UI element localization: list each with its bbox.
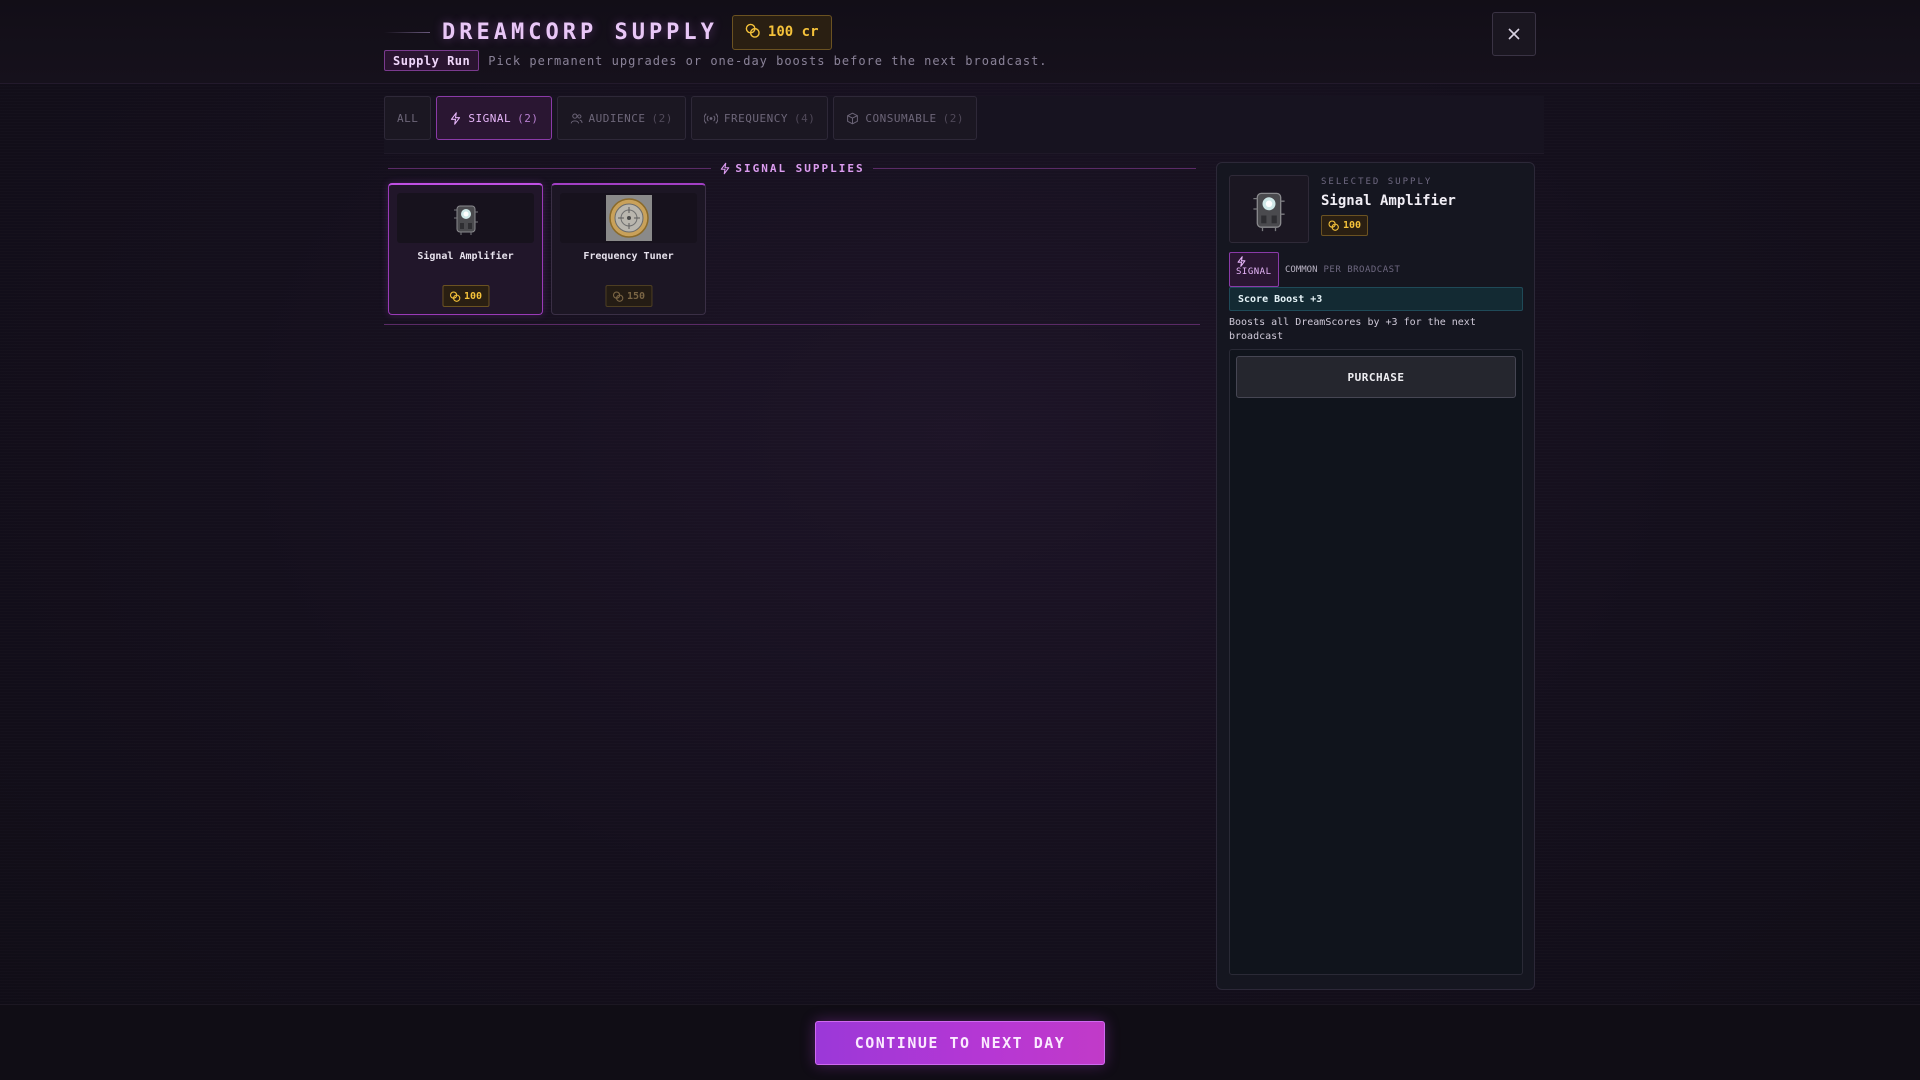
item-description: Boosts all DreamScores by +3 for the nex… bbox=[1229, 317, 1476, 342]
credits-badge: 100 cr bbox=[731, 14, 832, 50]
mode-badge: Supply Run bbox=[384, 50, 480, 71]
tab-frequency[interactable]: FREQUENCY (4) bbox=[690, 96, 829, 140]
tab-label: CONSUMABLE bbox=[865, 111, 937, 125]
type-tag: SIGNAL bbox=[1229, 252, 1279, 287]
tab-label: FREQUENCY bbox=[723, 111, 788, 125]
item-thumbnail bbox=[397, 193, 534, 243]
selected-supply-price: 100 bbox=[1321, 215, 1369, 236]
close-icon bbox=[1508, 28, 1520, 40]
page-title: DREAMCORP SUPPLY bbox=[442, 19, 718, 45]
type-tag-label: SIGNAL bbox=[1236, 267, 1272, 277]
coins-icon bbox=[449, 290, 460, 302]
subtitle: Pick permanent upgrades or one-day boost… bbox=[488, 53, 1048, 68]
section-header: SIGNAL SUPPLIES bbox=[388, 160, 1196, 176]
tab-label: SIGNAL bbox=[468, 111, 512, 125]
purchase-button[interactable]: PURCHASE bbox=[1236, 356, 1516, 398]
coins-icon bbox=[1328, 220, 1339, 231]
tab-label: AUDIENCE bbox=[588, 111, 646, 125]
category-tabs: ALL SIGNAL (2) AUDIENCE (2) FREQUENCY (4… bbox=[384, 96, 977, 140]
effect-box: Score Boost +3 bbox=[1229, 287, 1523, 311]
tab-count: (2) bbox=[942, 111, 964, 125]
tab-consumable[interactable]: CONSUMABLE (2) bbox=[833, 96, 977, 140]
item-price-value: 100 bbox=[463, 290, 483, 302]
item-name: Signal Amplifier bbox=[417, 251, 514, 262]
tab-audience[interactable]: AUDIENCE (2) bbox=[556, 96, 686, 140]
action-box: PURCHASE bbox=[1229, 349, 1523, 975]
footer: CONTINUE TO NEXT DAY bbox=[0, 1004, 1920, 1080]
tuner-dial-icon bbox=[605, 195, 652, 241]
subtitle-row: Supply Run Pick permanent upgrades or on… bbox=[384, 50, 1048, 71]
tab-count: (4) bbox=[793, 111, 816, 125]
title-decoration-line bbox=[384, 31, 430, 33]
tab-all[interactable]: ALL bbox=[384, 96, 432, 140]
coins-icon bbox=[612, 290, 623, 302]
header: DREAMCORP SUPPLY 100 cr Supply Run Pick … bbox=[0, 0, 1920, 84]
selected-item-thumbnail bbox=[1229, 175, 1309, 243]
rarity-label: COMMON bbox=[1285, 264, 1318, 275]
selected-supply-price-value: 100 bbox=[1343, 220, 1362, 231]
title-row: DREAMCORP SUPPLY 100 cr bbox=[384, 14, 832, 50]
close-button[interactable] bbox=[1492, 12, 1536, 56]
amplifier-device-icon bbox=[1253, 192, 1285, 232]
section-title: SIGNAL SUPPLIES bbox=[719, 162, 864, 175]
selected-supply-name: Signal Amplifier bbox=[1321, 193, 1456, 209]
lightning-icon bbox=[1237, 256, 1246, 267]
continue-button[interactable]: CONTINUE TO NEXT DAY bbox=[815, 1021, 1105, 1065]
selected-supply-label: SELECTED SUPPLY bbox=[1321, 177, 1433, 187]
effect-text: Score Boost +3 bbox=[1238, 293, 1323, 305]
tab-count: (2) bbox=[517, 111, 539, 125]
section-rule-left bbox=[388, 167, 712, 169]
tag-row: SIGNAL COMMON PER BROADCAST bbox=[1229, 252, 1400, 287]
lightning-icon bbox=[451, 111, 461, 125]
coins-icon bbox=[745, 23, 760, 42]
section-rule-right bbox=[872, 167, 1196, 169]
tab-label: ALL bbox=[397, 111, 419, 125]
users-icon bbox=[570, 112, 582, 124]
item-card-signal-amplifier[interactable]: Signal Amplifier 100 bbox=[388, 183, 543, 315]
tab-signal[interactable]: SIGNAL (2) bbox=[436, 96, 552, 140]
item-card-frequency-tuner[interactable]: Frequency Tuner 150 bbox=[551, 183, 706, 315]
item-price: 150 bbox=[604, 285, 653, 307]
duration-label: PER BROADCAST bbox=[1323, 264, 1401, 275]
credits-value: 100 cr bbox=[767, 24, 819, 40]
section-bottom-rule bbox=[384, 324, 1200, 325]
section-title-text: SIGNAL SUPPLIES bbox=[735, 161, 865, 175]
lightning-icon bbox=[721, 162, 730, 174]
item-thumbnail bbox=[560, 193, 697, 243]
category-tabbar: ALL SIGNAL (2) AUDIENCE (2) FREQUENCY (4… bbox=[384, 96, 1544, 154]
box-icon bbox=[847, 112, 859, 124]
tab-count: (2) bbox=[651, 111, 673, 125]
item-price: 100 bbox=[441, 285, 490, 307]
item-price-value: 150 bbox=[626, 290, 646, 302]
selected-supply-panel: SELECTED SUPPLY Signal Amplifier 100 SIG… bbox=[1216, 162, 1535, 990]
broadcast-icon bbox=[703, 112, 718, 124]
amplifier-device-icon bbox=[453, 205, 478, 235]
item-name: Frequency Tuner bbox=[583, 251, 674, 262]
